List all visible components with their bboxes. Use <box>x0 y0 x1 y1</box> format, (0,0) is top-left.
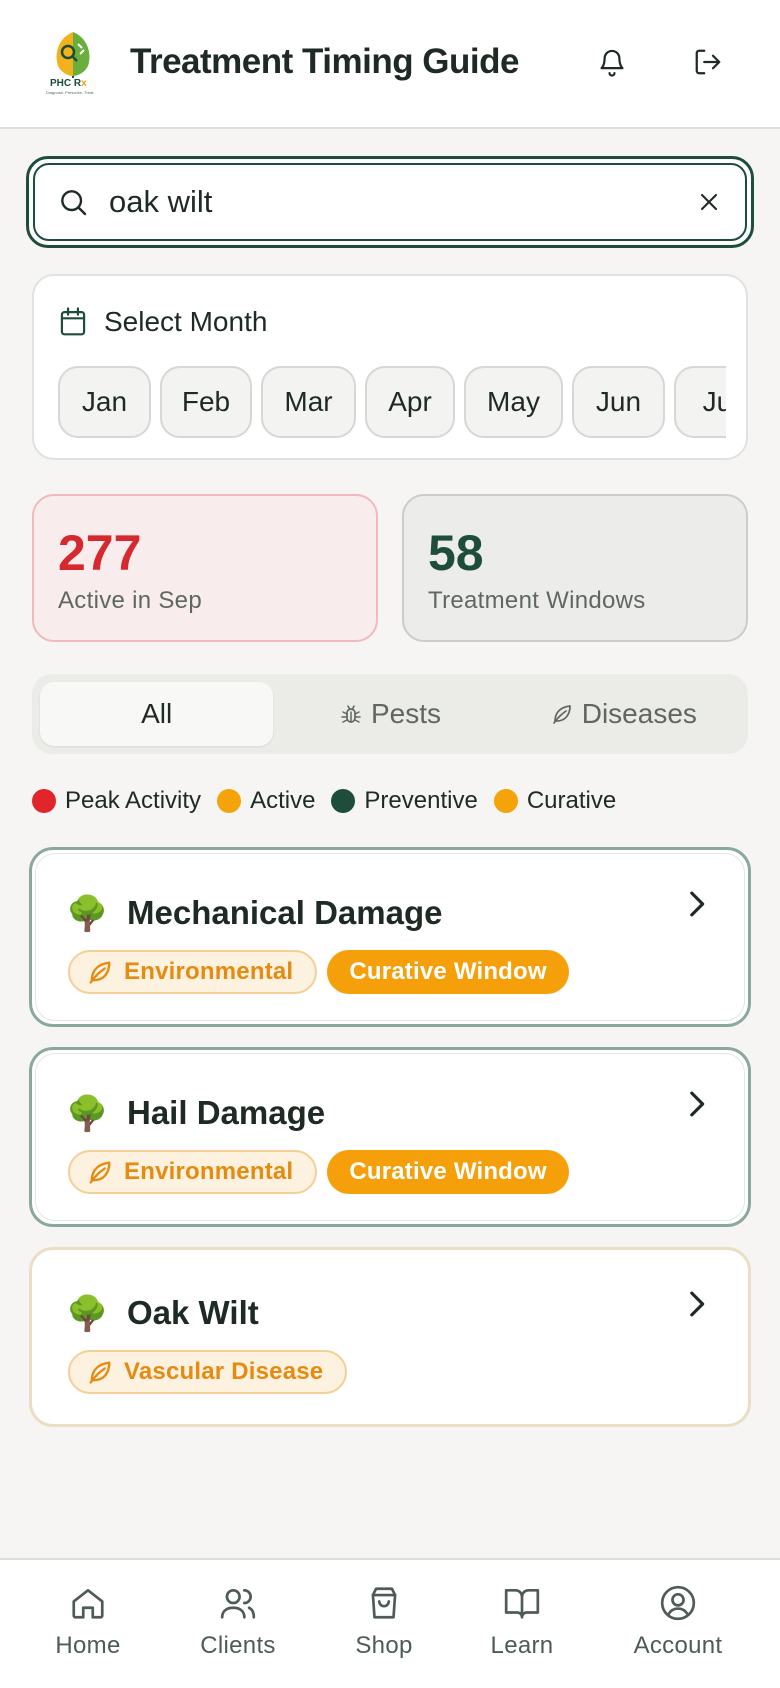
logout-button[interactable] <box>690 44 726 80</box>
bottom-nav: Home Clients Shop Learn Account <box>0 1558 780 1688</box>
app-logo: PHC Rx Diagnose. Prescribe. Treat. <box>44 30 102 96</box>
home-icon <box>72 1588 104 1619</box>
category-badge: Environmental <box>68 950 318 994</box>
tab-diseases-label: Diseases <box>581 698 697 729</box>
app-header: PHC Rx Diagnose. Prescribe. Treat. Treat… <box>0 0 780 129</box>
treatment-windows-value: 58 <box>428 525 484 581</box>
category-label: Environmental <box>124 958 294 985</box>
chevron-right-icon <box>690 891 705 917</box>
filter-tabs: All Pests Diseases <box>32 674 748 754</box>
preventive-dot <box>331 789 356 813</box>
month-chip-jun[interactable]: Jun <box>572 366 665 438</box>
leaf-icon <box>89 961 111 984</box>
tree-icon: 🌳 <box>66 1095 109 1133</box>
month-chip-apr[interactable]: Apr <box>365 366 455 438</box>
chevron-right-icon <box>690 1091 705 1117</box>
tab-diseases[interactable]: Diseases <box>507 682 740 746</box>
chevron-right-icon <box>690 1291 705 1317</box>
result-title: Oak Wilt <box>127 1294 259 1331</box>
active-count-label: Active in Sep <box>58 587 202 614</box>
leaf-icon <box>89 1161 111 1184</box>
active-count-card: 277 Active in Sep <box>32 494 378 642</box>
shopping-bag-icon <box>371 1587 397 1619</box>
tab-pests[interactable]: Pests <box>273 682 506 746</box>
result-card[interactable]: 🌳 Mechanical Damage Environmental Curati… <box>29 847 751 1027</box>
active-count-value: 277 <box>58 525 142 581</box>
nav-home[interactable]: Home <box>44 1560 132 1688</box>
result-card[interactable]: 🌳 Hail Damage Environmental Curative Win… <box>29 1047 751 1227</box>
category-label: Vascular Disease <box>124 1358 324 1385</box>
result-title: Hail Damage <box>127 1094 326 1131</box>
tree-icon: 🌳 <box>66 895 109 933</box>
user-circle-icon <box>660 1585 696 1621</box>
leaf-icon <box>552 705 571 724</box>
book-open-icon <box>504 1588 540 1619</box>
month-picker: Select Month Jan Feb Mar Apr May Jun Jul <box>32 274 748 460</box>
status-legend: Peak Activity Active Preventive Curative <box>32 787 632 815</box>
nav-shop[interactable]: Shop <box>344 1560 424 1688</box>
calendar-icon <box>60 307 86 336</box>
search-input[interactable] <box>109 184 695 220</box>
treatment-windows-label: Treatment Windows <box>428 587 646 614</box>
search-box <box>26 156 754 248</box>
nav-account-label: Account <box>633 1632 723 1659</box>
leaf-logo-icon <box>56 32 90 78</box>
legend-label-active: Active <box>250 787 316 814</box>
month-chip-jan[interactable]: Jan <box>58 366 151 438</box>
tree-icon: 🌳 <box>66 1295 109 1333</box>
nav-learn[interactable]: Learn <box>478 1560 566 1688</box>
curative-dot <box>493 789 518 813</box>
nav-shop-label: Shop <box>355 1632 413 1659</box>
result-card[interactable]: 🌳 Oak Wilt Vascular Disease <box>29 1247 751 1427</box>
legend-item-active: Active <box>217 787 315 815</box>
category-badge: Vascular Disease <box>68 1350 348 1394</box>
bell-icon <box>600 49 624 77</box>
leaf-icon <box>89 1361 111 1384</box>
search-icon <box>61 190 87 216</box>
tab-pests-label: Pests <box>370 698 441 729</box>
legend-item-curative: Curative <box>493 787 617 815</box>
bug-icon <box>341 705 361 723</box>
nav-account[interactable]: Account <box>622 1560 734 1688</box>
legend-label-curative: Curative <box>526 787 617 814</box>
legend-label-peak: Peak Activity <box>65 787 202 814</box>
page-title: Treatment Timing Guide <box>130 42 519 81</box>
legend-item-peak: Peak Activity <box>32 787 201 815</box>
nav-home-label: Home <box>55 1632 121 1659</box>
category-label: Environmental <box>124 1158 294 1185</box>
logout-icon <box>695 49 721 75</box>
peak-activity-dot <box>32 789 56 813</box>
clear-search-icon[interactable] <box>695 188 723 216</box>
month-chip-mar[interactable]: Mar <box>261 366 356 438</box>
tab-all[interactable]: All <box>40 682 274 746</box>
legend-item-preventive: Preventive <box>331 787 478 815</box>
active-dot <box>217 789 242 813</box>
logo-tagline: Diagnose. Prescribe. Treat. <box>46 90 95 95</box>
month-chip-feb[interactable]: Feb <box>160 366 252 438</box>
nav-learn-label: Learn <box>490 1632 554 1659</box>
nav-clients[interactable]: Clients <box>190 1560 286 1688</box>
curative-window-badge: Curative Window <box>327 1150 569 1194</box>
logo-text: PHC R <box>50 78 82 89</box>
users-icon <box>220 1588 256 1619</box>
logo-text-rx: x <box>81 78 87 89</box>
treatment-windows-card: 58 Treatment Windows <box>402 494 748 642</box>
result-title: Mechanical Damage <box>127 894 443 931</box>
category-badge: Environmental <box>68 1150 318 1194</box>
month-picker-heading: Select Month <box>104 306 268 337</box>
curative-window-badge: Curative Window <box>327 950 569 994</box>
tab-all-label: All <box>141 698 173 729</box>
notifications-button[interactable] <box>594 44 630 80</box>
legend-label-preventive: Preventive <box>364 787 478 814</box>
month-chip-list: Jan Feb Mar Apr May Jun Jul <box>58 366 726 440</box>
month-chip-jul[interactable]: Jul <box>674 366 726 438</box>
nav-clients-label: Clients <box>200 1632 276 1659</box>
month-chip-may[interactable]: May <box>464 366 563 438</box>
